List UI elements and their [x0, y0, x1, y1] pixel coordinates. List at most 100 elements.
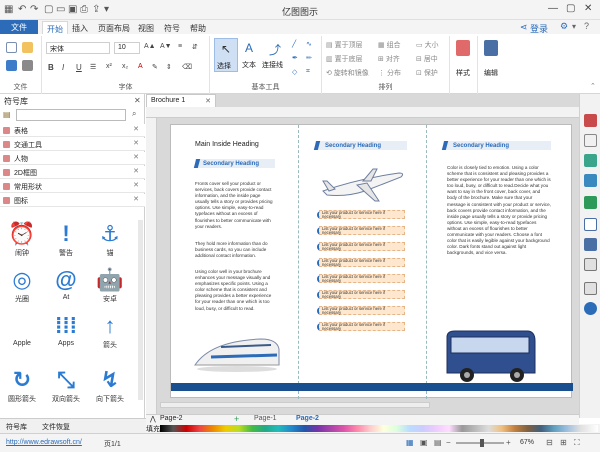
list-item[interactable]: List your product or service here if nec…: [319, 322, 405, 331]
new-document-icon[interactable]: [6, 42, 17, 53]
collapse-ribbon-icon[interactable]: ⌃: [590, 82, 596, 90]
library-category-common-shapes[interactable]: 常用形状 ✕: [0, 180, 145, 193]
symbol-aperture[interactable]: ◎ 光圈: [2, 266, 42, 304]
page-icon[interactable]: [584, 218, 597, 231]
point-tool-icon[interactable]: ◇: [292, 68, 297, 76]
main-heading[interactable]: Main Inside Heading: [195, 141, 259, 148]
close-icon[interactable]: ✕: [133, 181, 139, 189]
search-icon[interactable]: ⌕: [132, 109, 136, 119]
library-category-icons[interactable]: 图标 ✕: [0, 194, 145, 207]
page-tab-1[interactable]: Page-1: [254, 415, 277, 422]
fit-page-icon[interactable]: ⊞: [560, 438, 567, 447]
panel1-paragraph-3[interactable]: Using color well in your brochure enhanc…: [195, 269, 275, 312]
italic-icon[interactable]: I: [62, 63, 64, 72]
symbol-alarm-clock[interactable]: ⏰ 闹钟: [2, 220, 42, 258]
send-to-back-button[interactable]: ▥ 置于底层: [326, 54, 363, 64]
add-page-button[interactable]: +: [234, 414, 239, 424]
align-button[interactable]: ⊞ 对齐: [378, 54, 400, 64]
symbol-warning[interactable]: ! 警告: [46, 220, 86, 258]
tab-home[interactable]: 开始: [42, 21, 68, 34]
tab-symbols[interactable]: 符号: [160, 21, 184, 34]
current-page-select[interactable]: Page-2: [160, 415, 183, 422]
bold-icon[interactable]: B: [48, 63, 54, 72]
save-document-icon[interactable]: [6, 60, 17, 71]
secondary-heading[interactable]: Secondary Heading: [203, 161, 259, 167]
curve-tool-icon[interactable]: ∿: [306, 40, 312, 48]
symbol-apps[interactable]: ⁞⁞⁞ Apps: [46, 312, 86, 347]
library-scrollbar[interactable]: [138, 220, 143, 400]
view-fit-icon[interactable]: ▣: [420, 438, 428, 447]
library-menu-icon[interactable]: ▤: [3, 110, 11, 119]
bus-image[interactable]: [443, 329, 539, 385]
panel3-paragraph[interactable]: Color is closely tied to emotion. Using …: [447, 165, 551, 256]
close-icon[interactable]: ✕: [134, 96, 141, 105]
line-spacing-icon[interactable]: ⇕: [166, 63, 172, 71]
zoom-slider-thumb[interactable]: [480, 439, 484, 447]
list-item[interactable]: List your product or service here if nec…: [319, 242, 405, 251]
group-button[interactable]: ▦ 组合: [378, 40, 401, 50]
library-search-input[interactable]: [16, 109, 126, 121]
page-nav-icon[interactable]: ⋀: [150, 415, 156, 423]
page-tab-2[interactable]: Page-2: [296, 415, 319, 422]
symbol-double-arrow[interactable]: ⤡ 双向箭头: [46, 366, 86, 404]
symbol-anchor[interactable]: ⚓ 锚: [90, 220, 130, 258]
print-document-icon[interactable]: [22, 60, 33, 71]
fit-width-icon[interactable]: ⊟: [546, 438, 553, 447]
list-icon[interactable]: [584, 258, 597, 271]
text-align-icon[interactable]: ≡: [178, 43, 182, 50]
symbol-arrow[interactable]: ↑ 箭头: [90, 312, 130, 350]
library-category-tables[interactable]: 表格 ✕: [0, 124, 145, 137]
list-item[interactable]: List your product or service here if nec…: [319, 274, 405, 283]
connector-tool[interactable]: ⤴ 连接线: [262, 38, 288, 72]
train-image[interactable]: [191, 327, 281, 377]
tab-symbol-library[interactable]: 符号库: [6, 422, 27, 432]
tab-view[interactable]: 视图: [134, 21, 158, 34]
library-category-people[interactable]: 人物 ✕: [0, 152, 145, 165]
list-item[interactable]: List your product or service here if nec…: [319, 226, 405, 235]
size-button[interactable]: ▭ 大小: [416, 40, 439, 50]
help-icon[interactable]: ?: [584, 21, 589, 31]
rotate-mirror-button[interactable]: ⟲ 旋转和镜像: [326, 68, 369, 78]
distribute-button[interactable]: ⋮ 分布: [378, 68, 401, 78]
increase-font-icon[interactable]: A▲: [144, 43, 156, 50]
share-icon[interactable]: ⋖: [520, 22, 528, 33]
symbol-circular-arrow[interactable]: ↻ 圆形箭头: [2, 366, 42, 404]
font-family-select[interactable]: 宋体: [46, 42, 110, 54]
close-icon[interactable]: ✕: [205, 97, 211, 105]
airplane-image[interactable]: [317, 161, 407, 205]
tab-insert[interactable]: 插入: [68, 21, 92, 34]
tab-file-recovery[interactable]: 文件恢复: [42, 422, 70, 432]
symbol-apple[interactable]: Apple: [2, 312, 42, 347]
fill-icon[interactable]: [584, 154, 597, 167]
select-tool[interactable]: ↖ 选择: [214, 38, 238, 72]
symbol-android[interactable]: 🤖 安卓: [90, 266, 130, 304]
view-page-icon[interactable]: ▤: [434, 438, 442, 447]
help-icon[interactable]: [584, 302, 597, 315]
close-icon[interactable]: ✕: [133, 153, 139, 161]
format-painter-icon[interactable]: [584, 114, 597, 127]
text-tool[interactable]: A 文本: [240, 38, 262, 72]
chevron-down-icon[interactable]: ▾: [572, 22, 576, 31]
style-icon[interactable]: [456, 40, 470, 56]
symbol-down-arrow[interactable]: ↯ 向下箭头: [90, 366, 130, 404]
subscript-icon[interactable]: x₂: [122, 63, 128, 70]
comment-icon[interactable]: [584, 282, 597, 295]
layers-icon[interactable]: [584, 196, 597, 209]
pen-icon[interactable]: [584, 134, 597, 147]
panel1-paragraph-2[interactable]: They hold more information than do busin…: [195, 241, 275, 259]
underline-icon[interactable]: U: [76, 63, 82, 72]
globe-icon[interactable]: [584, 238, 597, 251]
view-normal-icon[interactable]: ▦: [406, 438, 414, 447]
fullscreen-icon[interactable]: ⛶: [574, 438, 580, 448]
zoom-out-icon[interactable]: −: [446, 438, 451, 447]
highlight-icon[interactable]: ✎: [152, 63, 158, 71]
color-swatches[interactable]: [160, 425, 598, 432]
library-category-transport[interactable]: 交通工具 ✕: [0, 138, 145, 151]
secondary-heading[interactable]: Secondary Heading: [453, 143, 509, 149]
file-menu-button[interactable]: 文件: [0, 20, 38, 34]
close-button[interactable]: ✕: [584, 3, 592, 14]
zoom-in-icon[interactable]: +: [506, 438, 511, 447]
close-icon[interactable]: ✕: [133, 195, 139, 203]
maximize-button[interactable]: ▢: [566, 3, 575, 14]
font-color-icon[interactable]: A: [138, 63, 143, 70]
